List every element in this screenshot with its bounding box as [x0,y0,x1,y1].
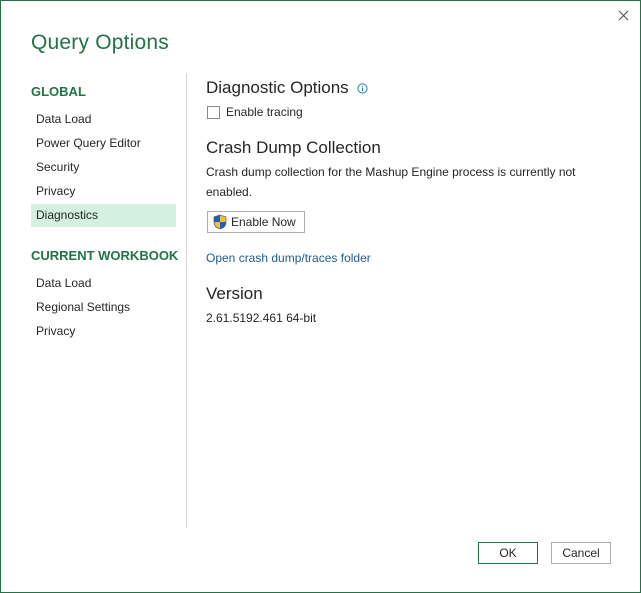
ok-button[interactable]: OK [478,542,538,564]
diagnostic-options-title: Diagnostic Options [206,78,349,97]
dialog-title: Query Options [31,31,169,54]
crash-dump-heading: Crash Dump Collection [206,138,381,157]
cancel-button[interactable]: Cancel [551,542,611,564]
sidebar-item-security[interactable]: Security [31,156,176,179]
query-options-dialog: Query Options GLOBAL Data Load Power Que… [0,0,641,593]
crash-dump-description: Crash dump collection for the Mashup Eng… [206,165,576,199]
sidebar-item-workbook-data-load[interactable]: Data Load [31,272,176,295]
uac-shield-icon [213,214,227,230]
enable-now-button[interactable]: Enable Now [207,211,305,233]
enable-tracing-label[interactable]: Enable tracing [226,105,303,119]
sidebar-divider [186,73,187,528]
sidebar-heading-current-workbook: CURRENT WORKBOOK [31,248,179,263]
sidebar-item-diagnostics[interactable]: Diagnostics [31,204,176,227]
version-heading: Version [206,284,263,303]
enable-tracing-checkbox[interactable] [207,105,220,119]
version-value: 2.61.5192.461 64-bit [206,311,317,325]
sidebar-item-regional-settings[interactable]: Regional Settings [31,296,176,319]
close-button[interactable] [611,5,635,25]
sidebar-item-workbook-privacy[interactable]: Privacy [31,320,176,343]
diagnostic-options-heading: Diagnostic Options [206,78,369,99]
info-icon[interactable] [357,79,369,99]
enable-now-label: Enable Now [231,215,296,229]
sidebar-item-global-privacy[interactable]: Privacy [31,180,176,203]
sidebar-item-power-query-editor[interactable]: Power Query Editor [31,132,176,155]
sidebar-heading-global: GLOBAL [31,84,86,99]
enable-tracing-checkbox-row[interactable]: Enable tracing [207,105,303,119]
close-icon [618,10,628,20]
sidebar-item-global-data-load[interactable]: Data Load [31,108,176,131]
open-crash-dump-folder-link[interactable]: Open crash dump/traces folder [206,251,371,265]
